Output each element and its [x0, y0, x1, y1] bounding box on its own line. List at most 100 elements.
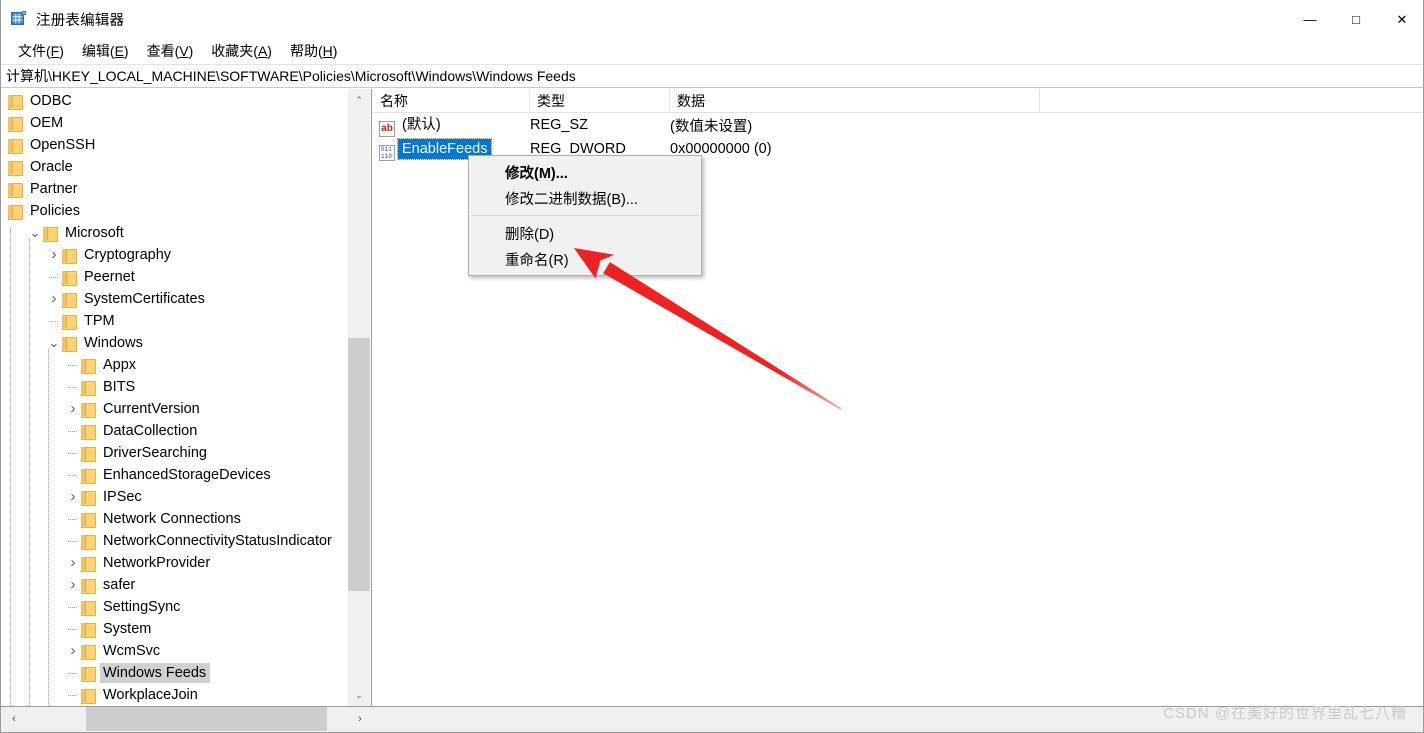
tree-item-label: DataCollection — [103, 423, 198, 439]
tree-item-tpm[interactable]: TPM — [1, 310, 349, 332]
tree-item-wcmsvc[interactable]: › WcmSvc — [1, 640, 349, 662]
chevron-right-icon[interactable]: › — [65, 401, 81, 417]
folder-icon — [81, 578, 96, 594]
menu-item-accelerator: E — [114, 43, 124, 59]
context-menu-item-4[interactable]: 重命名(R) — [469, 246, 701, 272]
context-menu-item-2[interactable]: 修改二进制数据(B)... — [469, 185, 701, 211]
context-menu[interactable]: 修改(M)... 修改二进制数据(B)... 删除(D) 重命名(R) — [468, 155, 702, 276]
context-menu-item-3[interactable]: 删除(D) — [469, 220, 701, 246]
chevron-right-icon[interactable]: › — [65, 489, 81, 505]
tree-item-microsoft[interactable]: ⌄ Microsoft — [1, 222, 349, 244]
folder-icon — [81, 402, 96, 418]
tree-item-systemcertificates[interactable]: › SystemCertificates — [1, 288, 349, 310]
chevron-right-icon[interactable]: › — [65, 643, 81, 659]
folder-icon — [81, 688, 96, 704]
tree-item-label: OEM — [30, 115, 64, 131]
tree-item-network-connections[interactable]: Network Connections — [1, 508, 349, 530]
folder-icon — [8, 182, 23, 198]
context-menu-item-1[interactable]: 修改(M)... — [469, 159, 701, 185]
chevron-right-icon[interactable]: › — [65, 555, 81, 571]
menu-item-tail: ) — [332, 43, 338, 59]
tree-item-settingsync[interactable]: SettingSync — [1, 596, 349, 618]
address-bar[interactable]: 计算机\HKEY_LOCAL_MACHINE\SOFTWARE\Policies… — [1, 64, 1423, 88]
chevron-right-icon[interactable]: › — [65, 577, 81, 593]
folder-icon — [8, 160, 23, 176]
tree-item-driversearching[interactable]: DriverSearching — [1, 442, 349, 464]
menu-item-5[interactable]: 帮助(H) — [281, 39, 346, 63]
tree-item-partner[interactable]: Partner — [1, 178, 349, 200]
table-row[interactable]: (默认) REG_SZ (数值未设置) — [373, 113, 1423, 137]
folder-icon — [81, 358, 96, 374]
scroll-down-button[interactable]: ⌄ — [348, 684, 370, 706]
chevron-right-icon[interactable]: › — [46, 247, 62, 263]
maximize-button[interactable]: □ — [1333, 0, 1379, 38]
close-icon: ✕ — [1396, 11, 1408, 27]
tree-branch-line — [65, 467, 81, 483]
scroll-up-button[interactable]: ⌃ — [348, 89, 370, 111]
tree-item-windows[interactable]: ⌄ Windows — [1, 332, 349, 354]
tree-vertical-scrollbar[interactable]: ⌃ ⌄ — [348, 89, 370, 706]
tree-item-oracle[interactable]: Oracle — [1, 156, 349, 178]
tree-item-datacollection[interactable]: DataCollection — [1, 420, 349, 442]
context-menu-item-label: 修改(M)... — [505, 165, 568, 182]
column-header-2[interactable]: 类型 — [529, 89, 669, 113]
tree-branch-line — [46, 269, 62, 285]
tree-item-label: SettingSync — [103, 599, 181, 615]
column-header-4[interactable] — [1039, 89, 1423, 113]
hscrollbar-thumb[interactable] — [86, 707, 327, 731]
chevron-right-icon[interactable]: › — [46, 291, 62, 307]
tree-item-label: TPM — [84, 313, 115, 329]
close-button[interactable]: ✕ — [1379, 0, 1423, 38]
registry-tree-pane: ODBC OEM OpenSSH Oracle Partner Policies ⌄ Micr… — [1, 89, 372, 706]
folder-icon — [62, 314, 77, 330]
tree-item-peernet[interactable]: Peernet — [1, 266, 349, 288]
column-header-1[interactable]: 名称 — [373, 89, 529, 113]
minimize-button[interactable]: — — [1287, 0, 1333, 38]
menu-bar: 文件(F) 编辑(E) 查看(V) 收藏夹(A) 帮助(H) — [1, 38, 1423, 64]
tree-item-ipsec[interactable]: › IPSec — [1, 486, 349, 508]
menu-item-tail: ) — [59, 43, 64, 59]
value-name: (默认) — [402, 117, 441, 133]
context-menu-item-label: 修改二进制数据(B)... — [505, 191, 638, 208]
tree-item-windows-feeds[interactable]: Windows Feeds — [1, 662, 349, 684]
tree-item-networkconnectivitystatusindicator[interactable]: NetworkConnectivityStatusIndicator — [1, 530, 349, 552]
tree-horizontal-scrollbar[interactable]: ‹ › — [2, 707, 372, 731]
column-header-3[interactable]: 数据 — [669, 89, 1039, 113]
scrollbar-thumb[interactable] — [348, 338, 370, 591]
tree-item-label: WorkplaceJoin — [103, 687, 198, 703]
context-menu-item-label: 重命名(R) — [505, 252, 569, 269]
hscroll-right-button[interactable]: › — [348, 707, 372, 731]
tree-item-label: NetworkProvider — [103, 555, 211, 571]
tree-item-policies[interactable]: Policies — [1, 200, 349, 222]
registry-values-list[interactable]: (默认)REG_SZ(数值未设置)EnableFeedsREG_DWORD0x0… — [373, 113, 1423, 161]
tree-item-cryptography[interactable]: › Cryptography — [1, 244, 349, 266]
tree-item-networkprovider[interactable]: › NetworkProvider — [1, 552, 349, 574]
folder-icon — [81, 600, 96, 616]
tree-item-appx[interactable]: Appx — [1, 354, 349, 376]
menu-item-tail: ) — [123, 43, 129, 59]
menu-item-accelerator: V — [179, 43, 189, 59]
tree-item-odbc[interactable]: ODBC — [1, 90, 349, 112]
tree-branch-line — [65, 511, 81, 527]
registry-tree[interactable]: ODBC OEM OpenSSH Oracle Partner Policies ⌄ Micr… — [1, 89, 349, 706]
hscroll-left-button[interactable]: ‹ — [2, 707, 26, 731]
tree-item-bits[interactable]: BITS — [1, 376, 349, 398]
tree-item-system[interactable]: System — [1, 618, 349, 640]
tree-item-workplacejoin[interactable]: WorkplaceJoin — [1, 684, 349, 706]
tree-item-openssh[interactable]: OpenSSH — [1, 134, 349, 156]
tree-item-safer[interactable]: › safer — [1, 574, 349, 596]
tree-item-currentversion[interactable]: › CurrentVersion — [1, 398, 349, 420]
menu-item-1[interactable]: 文件(F) — [9, 39, 73, 63]
folder-icon — [81, 380, 96, 396]
menu-item-4[interactable]: 收藏夹(A) — [202, 39, 281, 63]
context-menu-separator — [471, 215, 699, 216]
menu-item-3[interactable]: 查看(V) — [138, 39, 203, 63]
menu-item-2[interactable]: 编辑(E) — [73, 39, 138, 63]
tree-item-oem[interactable]: OEM — [1, 112, 349, 134]
tree-item-enhancedstoragedevices[interactable]: EnhancedStorageDevices — [1, 464, 349, 486]
window-controls: — □ ✕ — [1287, 0, 1423, 38]
string-value-icon — [379, 121, 395, 137]
tree-item-label: ODBC — [30, 93, 72, 109]
minimize-icon: — — [1303, 11, 1317, 27]
menu-item-tail: ) — [267, 43, 272, 59]
